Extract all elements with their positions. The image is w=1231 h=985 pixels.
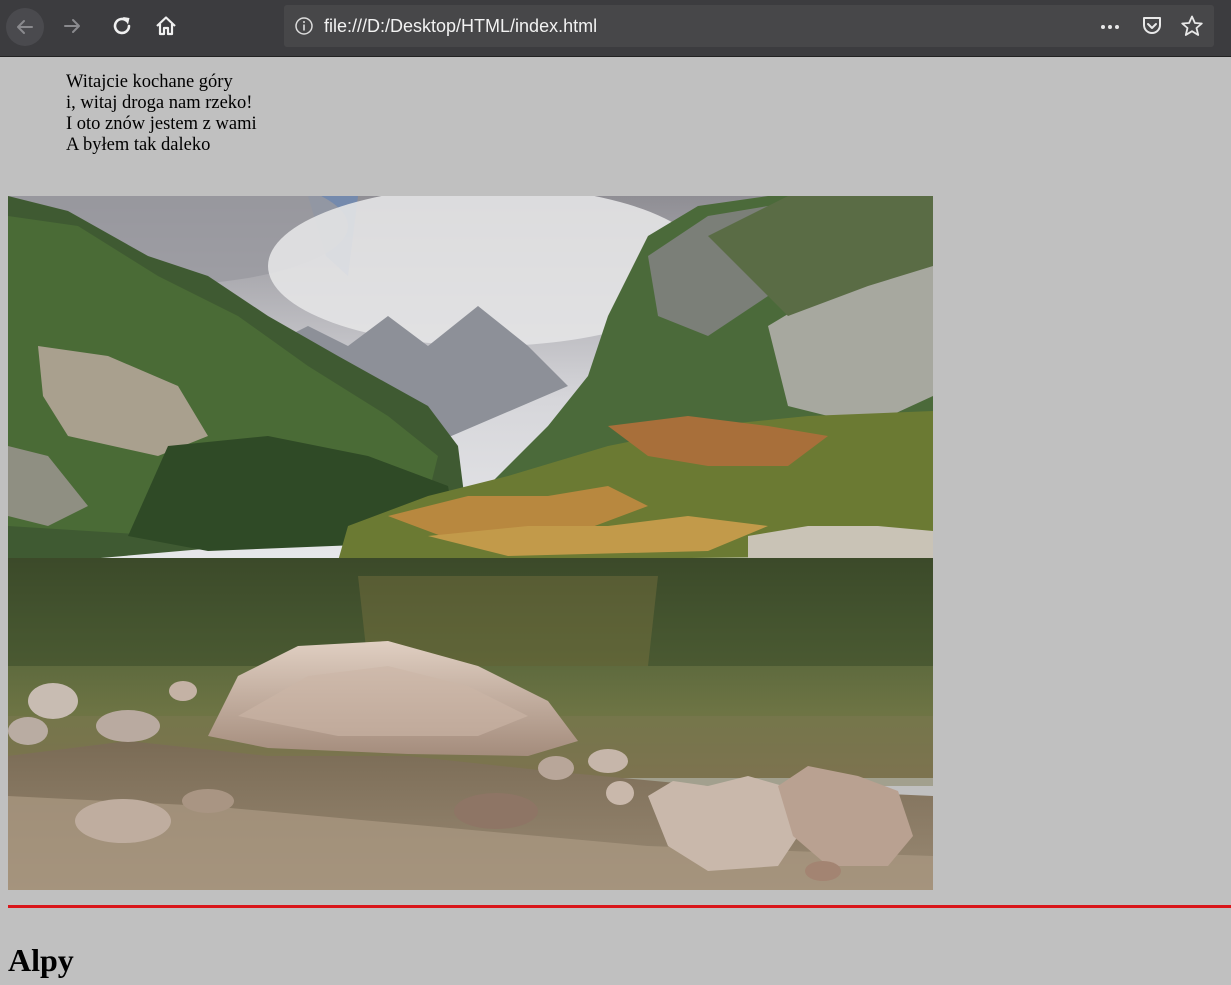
poem: Witajcie kochane góry i, witaj droga nam… <box>66 72 257 156</box>
horizontal-divider <box>8 905 1231 908</box>
home-button[interactable] <box>146 6 186 46</box>
ellipsis-icon[interactable] <box>1098 15 1122 37</box>
reload-button[interactable] <box>102 6 142 46</box>
landscape-image <box>8 196 933 890</box>
browser-toolbar: file:///D:/Desktop/HTML/index.html <box>0 0 1231 57</box>
arrow-left-icon <box>17 20 33 34</box>
section-heading: Alpy <box>8 942 74 978</box>
poem-line: Witajcie kochane góry <box>66 72 233 92</box>
reload-icon <box>113 17 131 35</box>
poem-line: I oto znów jestem z wami <box>66 114 257 134</box>
forward-button[interactable] <box>52 6 92 46</box>
address-bar[interactable]: file:///D:/Desktop/HTML/index.html <box>284 5 1214 47</box>
mountain-lake-photo <box>8 196 933 890</box>
poem-line: i, witaj droga nam rzeko! <box>66 93 253 113</box>
pocket-icon[interactable] <box>1140 15 1164 37</box>
poem-line: A byłem tak daleko <box>66 135 211 155</box>
url-text[interactable]: file:///D:/Desktop/HTML/index.html <box>324 16 597 36</box>
star-icon[interactable] <box>1180 15 1204 37</box>
back-button[interactable] <box>6 8 44 46</box>
home-icon <box>156 16 176 36</box>
info-icon[interactable] <box>294 16 314 36</box>
arrow-right-icon <box>64 19 80 33</box>
